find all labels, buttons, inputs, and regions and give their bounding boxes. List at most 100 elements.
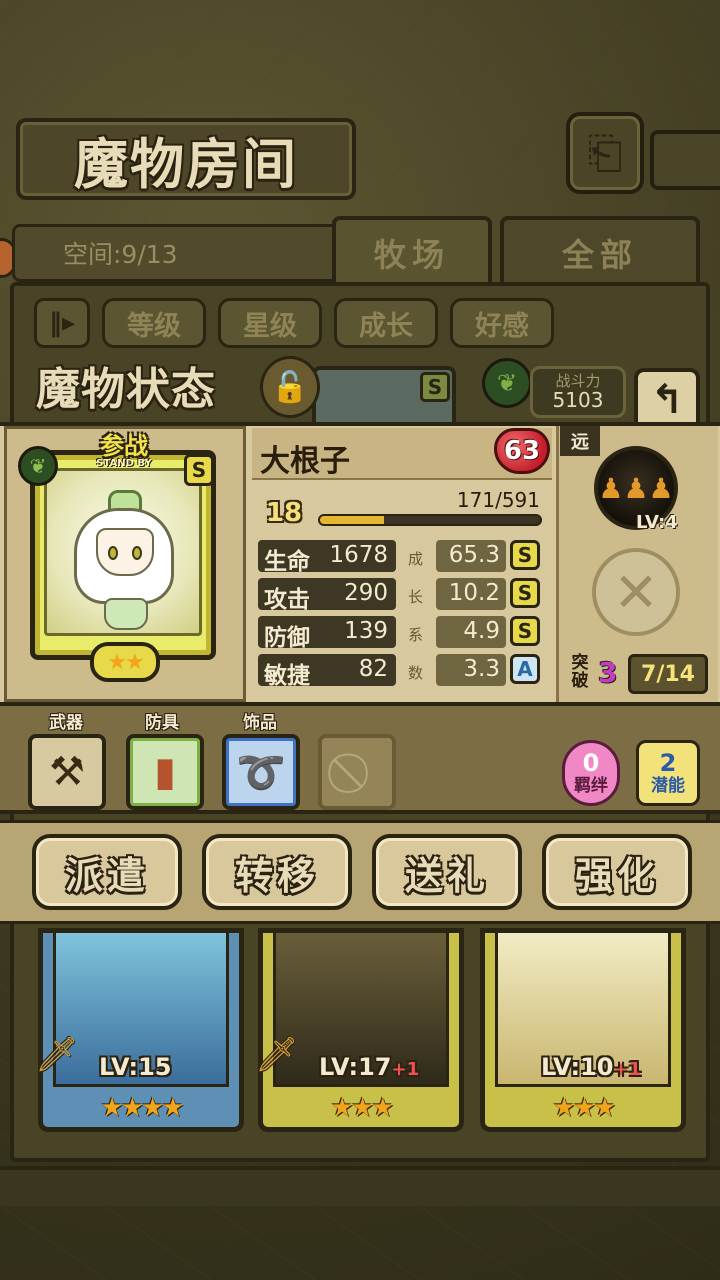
monster-name: 大根子	[260, 444, 350, 479]
growth-value: 65.3	[448, 542, 500, 568]
bond-label: 羁绊	[574, 776, 608, 796]
leaf-element-icon: ❦	[482, 358, 532, 408]
roster-card-level-text: LV:17	[319, 1053, 392, 1081]
status-title: 魔物状态	[36, 364, 216, 415]
necklace-icon: ➰	[236, 749, 286, 796]
dispatch-button[interactable]: 派遣	[32, 834, 182, 910]
stat-label: 生命	[264, 549, 310, 575]
accessory-label: 饰品	[243, 713, 277, 733]
left-eye	[108, 546, 118, 560]
stat-value: 139	[344, 618, 388, 644]
rank-badge: S	[184, 454, 214, 486]
weapon-label: 武器	[49, 713, 83, 733]
roster-card-stars: ★★★★	[100, 1093, 184, 1123]
growth-caption-char: 系	[408, 626, 424, 644]
combat-power-value: 5103	[552, 388, 604, 412]
back-arrow-icon: ↰	[650, 377, 684, 423]
stat-value: 82	[358, 656, 388, 682]
right-eye	[132, 546, 142, 560]
roster-card-level-text: LV:15	[99, 1053, 172, 1081]
page-title: 魔物房间	[16, 118, 356, 200]
capacity-text: 空间:9/13	[12, 224, 342, 282]
exp-bar-fill	[320, 516, 384, 524]
potential-badge[interactable]: 2 潜能	[636, 740, 700, 806]
footer-frame	[0, 1166, 720, 1206]
sort-level-button[interactable]: 等级	[102, 298, 206, 348]
padlock-icon: 🔓	[271, 369, 309, 405]
combat-power-label: 战斗力	[555, 372, 601, 390]
exp-text: 171/591	[456, 488, 540, 512]
growth-caption-char: 数	[408, 664, 424, 682]
standby-banner: 参战 STAND BY	[64, 432, 184, 472]
armor-slot[interactable]: ▮	[126, 734, 204, 810]
armor-label: 防具	[145, 713, 179, 733]
roster-card[interactable]: 🗡 LV:15 ★★★★	[35, 928, 244, 1132]
top-right-plate	[650, 130, 720, 190]
gift-button[interactable]: 送礼	[372, 834, 522, 910]
growth-value: 3.3	[463, 656, 500, 682]
roster-card-plus: +1	[613, 1059, 642, 1080]
sort-affection-button[interactable]: 好感	[450, 298, 554, 348]
growth-value: 4.9	[463, 618, 500, 644]
stat-label: 防御	[264, 625, 310, 651]
lock-button[interactable]: 🔓	[260, 356, 320, 418]
stat-value: 1678	[329, 542, 388, 568]
breakthrough-label: 突破	[571, 653, 589, 691]
stat-value: 290	[344, 580, 388, 606]
roster-card-level: LV:17+1	[319, 1053, 419, 1081]
leaf-element-icon: ❦	[18, 446, 58, 486]
standby-sublabel: STAND BY	[96, 458, 152, 469]
growth-grade-badge: S	[510, 540, 540, 570]
pause-icon: ‖▸	[48, 308, 76, 338]
roster-card-stars: ★★★	[330, 1093, 395, 1123]
transfer-button[interactable]: 转移	[202, 834, 352, 910]
level-badge: 18	[265, 498, 303, 528]
exp-bar	[318, 514, 542, 526]
growth-grade-badge: A	[510, 654, 540, 684]
sort-star-button[interactable]: 星级	[218, 298, 322, 348]
roster-card-plus: +1	[391, 1059, 420, 1080]
empty-skill-slot[interactable]: ✕	[592, 548, 680, 636]
stat-label: 敏捷	[264, 663, 310, 689]
tab-ranch[interactable]: 牧场	[332, 216, 492, 286]
sword-icon: 🗡	[35, 1035, 79, 1075]
roster-card-level: LV:15	[99, 1053, 171, 1081]
roster-card[interactable]: LV:10+1 ★★★	[480, 928, 686, 1132]
close-icon: ✕	[613, 560, 659, 624]
accessory-slot[interactable]: ➰	[222, 734, 300, 810]
sword-icon: 🗡	[255, 1035, 299, 1075]
star-rating: ★★	[90, 642, 160, 682]
breakthrough-count: 3	[598, 656, 618, 689]
sort-toggle-button[interactable]: ‖▸	[34, 298, 90, 348]
breakthrough-progress: 7/14	[628, 654, 708, 694]
background-card-rank: S	[420, 372, 450, 402]
growth-caption-char: 成	[408, 550, 424, 568]
weapon-slot[interactable]: ⚒	[28, 734, 106, 810]
combat-power: 战斗力 5103	[530, 366, 626, 418]
growth-grade-badge: S	[510, 578, 540, 608]
roster-card[interactable]: 🗡 LV:17+1 ★★★	[255, 928, 464, 1132]
sort-growth-button[interactable]: 成长	[334, 298, 438, 348]
growth-caption-char: 长	[408, 588, 424, 606]
chest-armor-icon: ▮	[153, 749, 176, 795]
enhance-button[interactable]: 强化	[542, 834, 692, 910]
monster-face	[96, 528, 154, 576]
monster-apron	[104, 598, 148, 630]
growth-value: 10.2	[448, 580, 500, 606]
skill-level: LV:4	[636, 512, 678, 533]
bond-count: 0	[582, 749, 600, 777]
favor-heart: 63	[494, 428, 550, 474]
roster-card-stars: ★★★	[552, 1093, 617, 1123]
roster-card-level-text: LV:10	[541, 1053, 614, 1081]
bond-badge[interactable]: 0 羁绊	[562, 740, 620, 806]
stat-label: 攻击	[264, 587, 310, 613]
tab-all[interactable]: 全部	[500, 216, 700, 286]
roster-card-level: LV:10+1	[541, 1053, 641, 1081]
growth-grade-badge: S	[510, 616, 540, 646]
potential-count: 2	[659, 749, 677, 777]
return-top-button[interactable]: ⎗	[566, 112, 644, 194]
potential-label: 潜能	[651, 776, 685, 796]
range-tag: 远	[560, 426, 600, 456]
standby-label: 参战	[100, 432, 148, 460]
locked-slot: ⃠	[318, 734, 396, 810]
